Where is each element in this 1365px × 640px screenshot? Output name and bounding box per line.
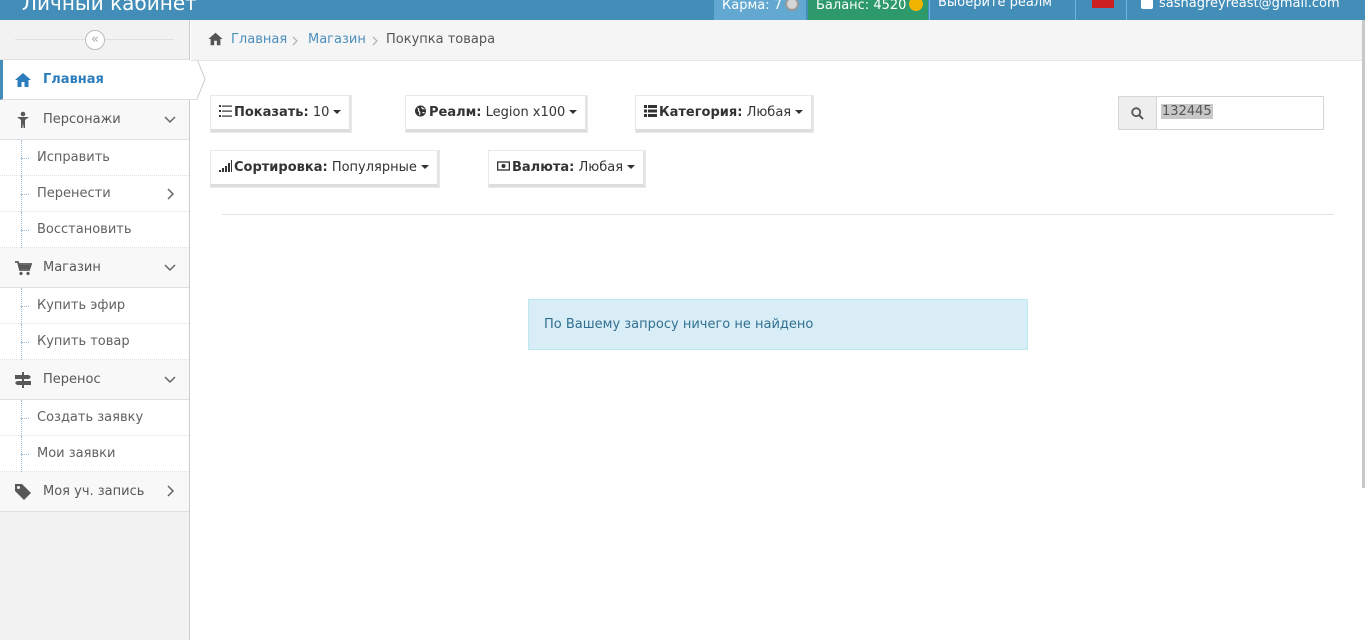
category-dropdown[interactable]: Категория: Любая xyxy=(636,96,814,132)
sidebar-item-account[interactable]: Моя уч. запись xyxy=(0,472,189,512)
sidebar-item-transfer-character[interactable]: Перенести xyxy=(0,176,189,212)
signpost-icon xyxy=(15,372,31,388)
chevron-right-icon xyxy=(167,485,175,497)
caret-down-icon xyxy=(795,110,804,114)
language-selector[interactable] xyxy=(1075,0,1125,20)
no-results-alert: По Вашему запросу ничего не найдено xyxy=(528,299,1028,350)
show-count-label: Показать: xyxy=(234,105,309,120)
tag-icon xyxy=(15,484,31,500)
sidebar-item-label: Купить товар xyxy=(37,334,130,349)
sidebar-item-label: Моя уч. запись xyxy=(43,484,145,499)
realm-dropdown[interactable]: Реалм: Legion x100 xyxy=(406,96,588,132)
currency-filter-value: Любая xyxy=(578,160,624,175)
balance-menu[interactable]: Баланс: 4520 xyxy=(808,0,928,20)
th-list-icon xyxy=(644,105,657,117)
realm-filter-value: Legion x100 xyxy=(485,105,566,120)
sidebar-item-label: Исправить xyxy=(37,150,110,165)
top-navbar: Личный кабинет Карма: 7 Баланс: 4520 Выб… xyxy=(0,0,1365,20)
sidebar-item-label: Магазин xyxy=(43,260,101,275)
list-icon xyxy=(219,105,232,117)
chevron-down-icon xyxy=(164,116,176,124)
balance-label: Баланс: 4520 xyxy=(816,0,907,13)
search-icon xyxy=(1131,107,1144,120)
breadcrumb-separator-icon xyxy=(372,36,378,46)
sort-filter-label: Сортировка: xyxy=(234,160,328,175)
sidebar: « Главная Персонажи Исправить Перенести … xyxy=(0,20,206,640)
sort-dropdown[interactable]: Сортировка: Популярные xyxy=(211,151,439,187)
sidebar-collapse-bar: « xyxy=(0,20,189,60)
chevron-down-icon xyxy=(164,376,176,384)
show-count-dropdown[interactable]: Показать: 10 xyxy=(211,96,352,132)
currency-dropdown[interactable]: Валюта: Любая xyxy=(489,151,646,187)
caret-down-icon xyxy=(420,165,429,169)
sidebar-item-my-requests[interactable]: Мои заявки xyxy=(0,436,189,472)
chevron-down-icon xyxy=(164,264,176,272)
sidebar-item-home[interactable]: Главная xyxy=(0,59,206,100)
caret-down-icon xyxy=(569,110,578,114)
home-icon xyxy=(15,73,31,87)
chevron-right-icon xyxy=(167,188,175,200)
realm-selector[interactable]: Выберите реалм xyxy=(929,0,1074,20)
realm-selector-label: Выберите реалм xyxy=(938,0,1052,10)
coin-icon xyxy=(909,0,924,11)
money-icon xyxy=(497,161,510,171)
category-filter-label: Категория: xyxy=(659,105,743,120)
breadcrumb: Главная Магазин Покупка товара xyxy=(191,20,1365,61)
sidebar-item-transfer[interactable]: Перенос xyxy=(0,360,189,400)
sidebar-item-label: Восстановить xyxy=(37,222,132,237)
sidebar-item-fix[interactable]: Исправить xyxy=(0,140,189,176)
search-button[interactable] xyxy=(1119,97,1157,129)
currency-filter-label: Валюта: xyxy=(512,160,575,175)
breadcrumb-current: Покупка товара xyxy=(386,32,496,47)
category-filter-value: Любая xyxy=(746,105,792,120)
caret-down-icon xyxy=(333,110,342,114)
user-menu[interactable]: sashagreyreast@gmail.com xyxy=(1126,0,1365,20)
russian-flag-icon xyxy=(1092,0,1114,8)
caret-down-icon xyxy=(627,165,636,169)
sidebar-item-restore[interactable]: Восстановить xyxy=(0,212,189,248)
breadcrumb-home-link[interactable]: Главная xyxy=(231,32,287,47)
sidebar-item-buy-goods[interactable]: Купить товар xyxy=(0,324,189,360)
collapse-sidebar-icon[interactable]: « xyxy=(85,30,105,50)
karma-menu[interactable]: Карма: 7 xyxy=(714,0,806,20)
sidebar-item-label: Мои заявки xyxy=(37,446,116,461)
karma-icon xyxy=(785,0,800,11)
breadcrumb-shop-link[interactable]: Магазин xyxy=(308,32,366,47)
no-results-message: По Вашему запросу ничего не найдено xyxy=(544,317,814,332)
globe-icon xyxy=(415,105,426,117)
sidebar-item-label: Создать заявку xyxy=(37,410,144,425)
signal-bars-icon xyxy=(219,160,232,172)
person-icon xyxy=(17,111,29,128)
karma-label: Карма: 7 xyxy=(722,0,783,13)
sidebar-item-label: Персонажи xyxy=(43,112,121,127)
user-icon xyxy=(1141,0,1153,9)
sidebar-item-label: Перенос xyxy=(43,372,101,387)
sort-filter-value: Популярные xyxy=(331,160,417,175)
sidebar-item-label: Перенести xyxy=(37,186,111,201)
home-icon xyxy=(208,32,223,46)
sidebar-item-label: Купить эфир xyxy=(37,298,126,313)
sidebar-item-shop[interactable]: Магазин xyxy=(0,248,189,288)
user-email: sashagreyreast@gmail.com xyxy=(1159,0,1340,11)
search-input[interactable]: 132445 xyxy=(1161,104,1213,119)
realm-filter-label: Реалм: xyxy=(429,105,482,120)
sidebar-item-characters[interactable]: Персонажи xyxy=(0,100,189,140)
show-count-value: 10 xyxy=(312,105,330,120)
content-divider xyxy=(222,214,1334,215)
sidebar-item-create-request[interactable]: Создать заявку xyxy=(0,400,189,436)
active-pointer-icon xyxy=(197,59,206,100)
breadcrumb-separator-icon xyxy=(292,36,298,46)
search-box: 132445 xyxy=(1118,96,1324,130)
sidebar-item-label: Главная xyxy=(43,72,104,87)
cart-icon xyxy=(15,261,32,276)
app-brand[interactable]: Личный кабинет xyxy=(22,0,197,15)
sidebar-item-buy-ether[interactable]: Купить эфир xyxy=(0,288,189,324)
